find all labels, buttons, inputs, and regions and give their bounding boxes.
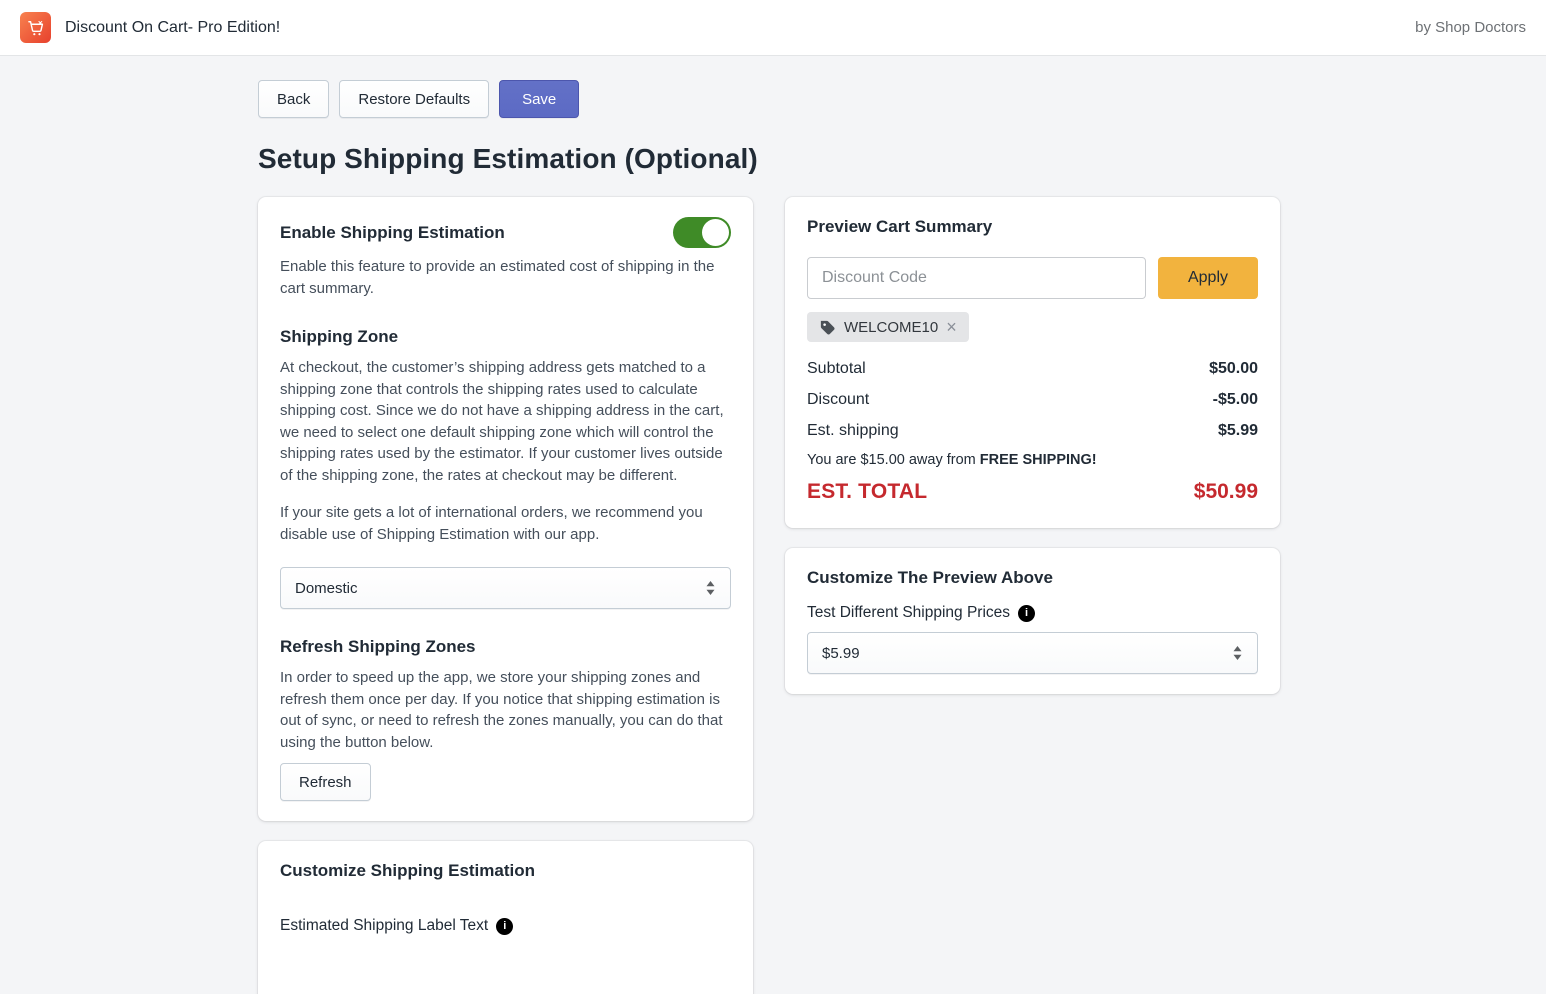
applied-discount-tag: WELCOME10 × [807, 312, 969, 342]
right-column: Preview Cart Summary Apply WELCOME10 × S [785, 197, 1280, 694]
app-logo [20, 12, 51, 43]
est-total-row: EST. TOTAL $50.99 [807, 480, 1258, 508]
discount-row: Discount -$5.00 [807, 391, 1258, 409]
est-total-label: EST. TOTAL [807, 480, 927, 504]
page-content: Back Restore Defaults Save Setup Shippin… [258, 56, 1280, 994]
est-shipping-value: $5.99 [1218, 422, 1258, 440]
enable-shipping-description: Enable this feature to provide an estima… [280, 256, 731, 299]
est-shipping-row: Est. shipping $5.99 [807, 422, 1258, 440]
preview-cart-summary-card: Preview Cart Summary Apply WELCOME10 × S [785, 197, 1280, 528]
refresh-button[interactable]: Refresh [280, 763, 371, 801]
info-icon[interactable]: i [496, 918, 513, 935]
refresh-zones-heading: Refresh Shipping Zones [280, 637, 731, 657]
select-updown-icon [1232, 646, 1243, 660]
cart-summary: Subtotal $50.00 Discount -$5.00 Est. shi… [807, 360, 1258, 508]
tag-icon [819, 319, 836, 336]
enable-shipping-toggle[interactable] [673, 217, 731, 248]
info-icon[interactable]: i [1018, 605, 1035, 622]
est-shipping-label: Est. shipping [807, 422, 899, 440]
free-shipping-highlight: FREE SHIPPING! [980, 452, 1097, 468]
select-updown-icon [705, 581, 716, 595]
apply-button[interactable]: Apply [1158, 257, 1258, 299]
app-title: Discount On Cart- Pro Edition! [65, 19, 280, 37]
refresh-zones-description: In order to speed up the app, we store y… [280, 667, 731, 753]
shipping-zone-heading: Shipping Zone [280, 327, 731, 347]
app-header: Discount On Cart- Pro Edition! by Shop D… [0, 0, 1546, 56]
shipping-zone-paragraph-2: If your site gets a lot of international… [280, 502, 731, 545]
subtotal-value: $50.00 [1209, 360, 1258, 378]
discount-label: Discount [807, 391, 869, 409]
test-shipping-prices-label: Test Different Shipping Prices [807, 604, 1010, 622]
shipping-zone-select[interactable]: Domestic [280, 567, 731, 609]
est-total-value: $50.99 [1194, 480, 1258, 504]
preview-cart-summary-heading: Preview Cart Summary [807, 217, 1258, 237]
cart-icon [26, 18, 46, 38]
shipping-zone-paragraph-1: At checkout, the customer’s shipping add… [280, 357, 731, 486]
page-title: Setup Shipping Estimation (Optional) [258, 143, 1280, 175]
restore-defaults-button[interactable]: Restore Defaults [339, 80, 489, 118]
shipping-zone-select-value: Domestic [295, 580, 358, 597]
back-button[interactable]: Back [258, 80, 329, 118]
estimated-shipping-label-text: Estimated Shipping Label Text [280, 917, 488, 935]
subtotal-row: Subtotal $50.00 [807, 360, 1258, 378]
shipping-price-select-value: $5.99 [822, 645, 860, 662]
left-column: Enable Shipping Estimation Enable this f… [258, 197, 753, 994]
remove-discount-icon[interactable]: × [946, 318, 957, 336]
enable-shipping-heading: Enable Shipping Estimation [280, 223, 505, 243]
subtotal-label: Subtotal [807, 360, 866, 378]
customize-shipping-estimation-card: Customize Shipping Estimation Estimated … [258, 841, 753, 994]
save-button[interactable]: Save [499, 80, 579, 118]
app-byline: by Shop Doctors [1415, 19, 1526, 36]
discount-code-input[interactable] [807, 257, 1146, 299]
toggle-knob [702, 219, 729, 246]
customize-preview-card: Customize The Preview Above Test Differe… [785, 548, 1280, 694]
shipping-price-select[interactable]: $5.99 [807, 632, 1258, 674]
applied-discount-code: WELCOME10 [844, 319, 938, 336]
discount-value: -$5.00 [1213, 391, 1258, 409]
toolbar: Back Restore Defaults Save [258, 80, 1280, 118]
free-shipping-message: You are $15.00 away from FREE SHIPPING! [807, 452, 1258, 468]
customize-shipping-estimation-heading: Customize Shipping Estimation [280, 861, 731, 881]
enable-shipping-card: Enable Shipping Estimation Enable this f… [258, 197, 753, 821]
customize-preview-heading: Customize The Preview Above [807, 568, 1258, 588]
